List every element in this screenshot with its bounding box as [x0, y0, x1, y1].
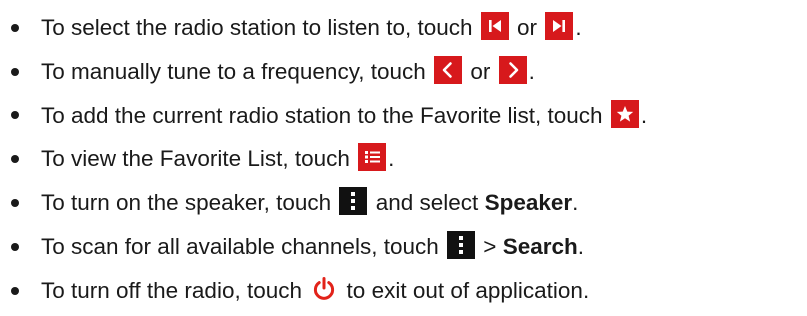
period: . — [577, 233, 585, 259]
chevron-left-icon — [434, 55, 463, 84]
period: . — [640, 102, 648, 128]
bullet — [11, 67, 19, 76]
item-text: To turn off the radio, touch — [41, 277, 303, 303]
item-text-mid: > — [483, 233, 497, 259]
star-icon — [610, 99, 639, 128]
item-text: To scan for all available channels, touc… — [41, 233, 439, 259]
period: . — [528, 58, 535, 84]
list-item: To scan for all available channels, touc… — [0, 225, 807, 269]
item-text: To select the radio station to listen to… — [41, 15, 473, 40]
bullet — [11, 111, 19, 120]
more-vertical-icon — [339, 187, 368, 216]
item-text-mid: and select — [375, 190, 479, 216]
item-text: To add the current radio station to the … — [41, 102, 603, 128]
more-vertical-icon — [447, 231, 476, 260]
list-item: To select the radio station to listen to… — [0, 6, 807, 50]
item-text: To turn on the speaker, touch — [41, 190, 332, 216]
list-icon — [358, 143, 387, 172]
or-text: or — [517, 15, 538, 40]
skip-previous-icon — [480, 12, 509, 41]
bold-term: Search — [502, 233, 578, 259]
period: . — [388, 146, 395, 172]
list-item: To add the current radio station to the … — [0, 94, 807, 138]
bullet — [11, 23, 19, 32]
period: . — [575, 15, 582, 40]
skip-next-icon — [545, 12, 574, 41]
bullet — [11, 199, 19, 208]
item-text-mid: to exit out of application. — [346, 277, 590, 303]
bold-term: Speaker — [484, 190, 573, 216]
item-text: To view the Favorite List, touch — [41, 146, 350, 172]
list-item: To manually tune to a frequency, touch o… — [0, 50, 807, 94]
chevron-right-icon — [498, 55, 527, 84]
bullet — [11, 155, 19, 164]
list-item: To turn on the speaker, touch and select… — [0, 181, 807, 225]
or-text: or — [470, 58, 491, 84]
list-item: To turn off the radio, touch to exit out… — [0, 269, 807, 313]
bullet — [11, 286, 19, 295]
instruction-list: To select the radio station to listen to… — [0, 6, 807, 313]
list-item: To view the Favorite List, touch . — [0, 137, 807, 181]
bullet — [11, 242, 19, 251]
power-icon — [310, 275, 338, 303]
period: . — [572, 190, 579, 216]
item-text: To manually tune to a frequency, touch — [41, 58, 426, 84]
